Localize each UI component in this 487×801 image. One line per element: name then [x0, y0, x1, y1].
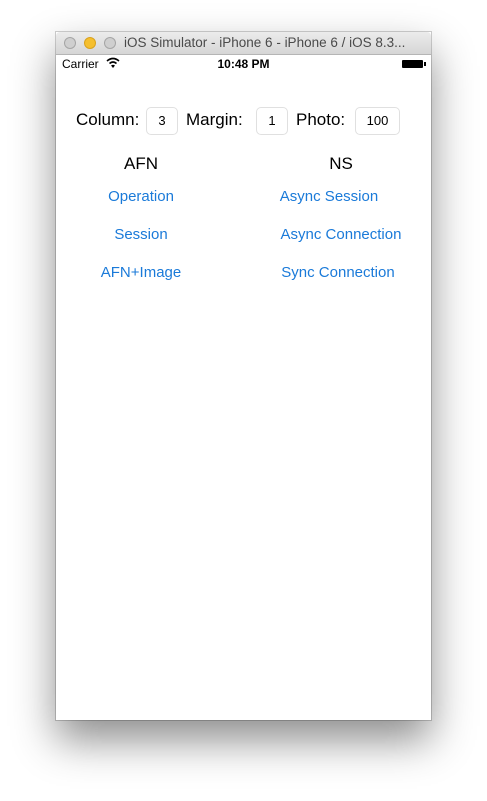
simulator-window: iOS Simulator - iPhone 6 - iPhone 6 / iO… [56, 32, 431, 720]
operation-button[interactable]: Operation [56, 188, 226, 205]
ios-status-bar: Carrier 10:48 PM [56, 55, 431, 75]
margin-label: Margin: [186, 110, 243, 129]
desktop: iOS Simulator - iPhone 6 - iPhone 6 / iO… [0, 0, 487, 801]
window-title: iOS Simulator - iPhone 6 - iPhone 6 / iO… [124, 35, 406, 50]
margin-field[interactable]: 1 [256, 107, 288, 135]
afn-column-header: AFN [124, 154, 158, 173]
ns-column-header: NS [329, 154, 353, 173]
status-time: 10:48 PM [217, 57, 270, 71]
column-field[interactable]: 3 [146, 107, 178, 135]
afn-image-button[interactable]: AFN+Image [56, 264, 226, 281]
close-window-button[interactable] [64, 37, 76, 49]
async-connection-button[interactable]: Async Connection [256, 226, 426, 243]
minimize-window-button[interactable] [84, 37, 96, 49]
sync-connection-button[interactable]: Sync Connection [253, 264, 423, 281]
zoom-window-button[interactable] [104, 37, 116, 49]
window-titlebar: iOS Simulator - iPhone 6 - iPhone 6 / iO… [56, 32, 431, 55]
parameter-row: Column: 3 Margin: 1 Photo: 100 [56, 107, 431, 135]
photo-field[interactable]: 100 [355, 107, 400, 135]
column-label: Column: [76, 110, 140, 129]
session-button[interactable]: Session [56, 226, 226, 243]
battery-icon [402, 60, 426, 68]
photo-label: Photo: [296, 110, 346, 129]
async-session-button[interactable]: Async Session [244, 188, 414, 205]
